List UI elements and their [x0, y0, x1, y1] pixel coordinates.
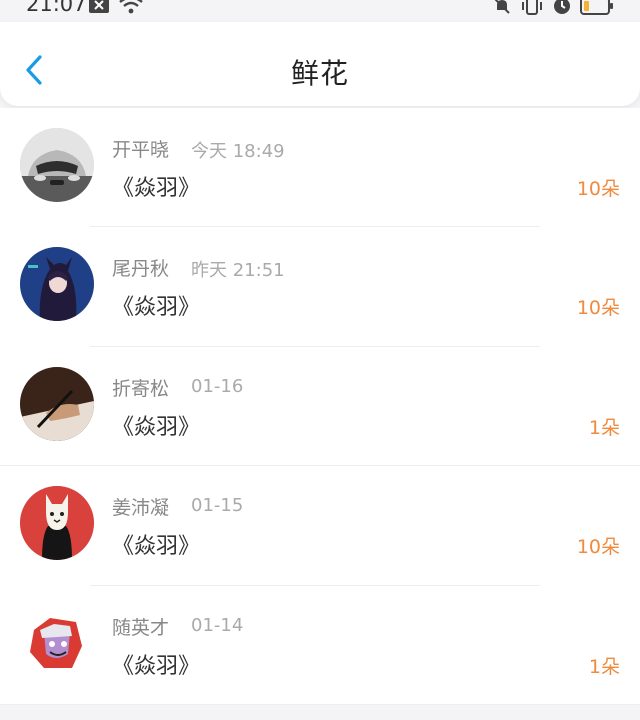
- battery-icon: [580, 0, 613, 15]
- flower-count: 10朵: [576, 536, 620, 559]
- vibrate-icon: [522, 0, 542, 15]
- book-title: 《焱羽》: [112, 295, 201, 321]
- sender-name: 姜沛凝: [112, 497, 170, 520]
- avatar: [20, 486, 94, 561]
- list-item[interactable]: 随英才 01-14 《焱羽》 1朵: [0, 585, 640, 705]
- book-title: 《焱羽》: [112, 534, 201, 560]
- car-avatar-image: [20, 128, 94, 202]
- timestamp: 01-14: [191, 614, 244, 636]
- avatar: [20, 605, 94, 680]
- book-title: 《焱羽》: [112, 414, 201, 440]
- flower-count: 10朵: [576, 297, 620, 320]
- anime-avatar-image: [20, 247, 94, 322]
- bottom-strip: [0, 706, 640, 720]
- writing-hand-avatar-image: [20, 366, 94, 441]
- status-time: 21:07: [26, 0, 87, 16]
- avatar: [20, 366, 94, 441]
- status-bar: 21:07: [0, 0, 640, 22]
- flower-count: 1朵: [588, 655, 620, 678]
- cat-avatar-image: [20, 486, 94, 561]
- timestamp: 01-16: [191, 375, 244, 397]
- list-item[interactable]: 折寄松 01-16 《焱羽》 1朵: [0, 346, 640, 467]
- header: 鲜花: [0, 22, 640, 106]
- flower-count: 10朵: [576, 178, 620, 200]
- timestamp: 01-15: [191, 495, 244, 517]
- timestamp: 昨天 21:51: [191, 260, 285, 282]
- sender-name: 折寄松: [112, 377, 170, 400]
- page-title: 鲜花: [290, 57, 349, 90]
- flower-list: 开平晓 今天 18:49 《焱羽》 10朵 尾丹秋 昨天 21:51 《焱羽》 …: [0, 108, 640, 705]
- bell-mute-icon: [494, 0, 510, 14]
- cartoon-avatar-image: [20, 605, 94, 680]
- list-item[interactable]: 姜沛凝 01-15 《焱羽》 10朵: [0, 466, 640, 586]
- notification-x-icon: [89, 0, 109, 13]
- alarm-icon: [554, 0, 570, 14]
- timestamp: 今天 18:49: [191, 141, 285, 162]
- avatar: [20, 128, 94, 202]
- status-right-icons: [492, 0, 614, 16]
- flower-count: 1朵: [588, 416, 620, 439]
- status-left-icons: [88, 0, 144, 14]
- book-title: 《焱羽》: [112, 653, 201, 679]
- list-item[interactable]: 开平晓 今天 18:49 《焱羽》 10朵: [0, 108, 640, 228]
- list-item[interactable]: 尾丹秋 昨天 21:51 《焱羽》 10朵: [0, 227, 640, 348]
- book-title: 《焱羽》: [112, 176, 201, 201]
- sender-name: 随英才: [112, 616, 170, 639]
- sender-name: 尾丹秋: [112, 258, 170, 281]
- wifi-icon: [119, 0, 143, 14]
- sender-name: 开平晓: [112, 139, 170, 161]
- avatar: [20, 247, 94, 322]
